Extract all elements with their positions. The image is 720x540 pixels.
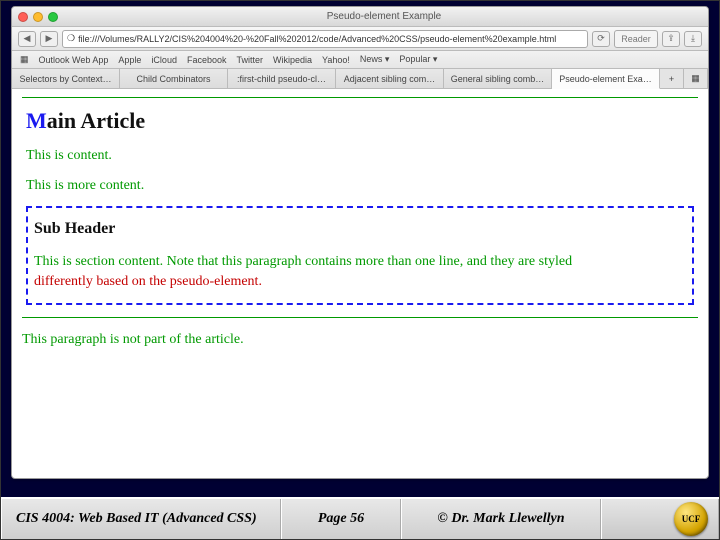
tab-1[interactable]: Child Combinators (120, 69, 228, 88)
minimize-icon[interactable] (33, 12, 43, 22)
toolbar: ◀ ▶ ❍ file:///Volumes/RALLY2/CIS%204004%… (12, 27, 708, 51)
footer-logo-cell: UCF (601, 499, 719, 539)
paragraph-2: This is more content. (26, 178, 694, 194)
bookmark-item[interactable]: Apple (118, 55, 141, 65)
bookmark-item[interactable]: Outlook Web App (39, 55, 109, 65)
slide-footer: CIS 4004: Web Based IT (Advanced CSS) Pa… (1, 497, 719, 539)
tab-4[interactable]: General sibling comb… (444, 69, 552, 88)
bookmark-item[interactable]: iCloud (151, 55, 177, 65)
section: Sub Header This is section content. Note… (26, 206, 694, 305)
sub-heading: Sub Header (34, 220, 686, 238)
forward-button[interactable]: ▶ (40, 31, 58, 47)
tab-bar: Selectors by Context… Child Combinators … (12, 69, 708, 89)
reload-button[interactable]: ⟳ (592, 31, 610, 47)
article: Main Article This is content. This is mo… (22, 97, 698, 318)
share-button[interactable]: ⇪ (662, 31, 680, 47)
bookmark-item[interactable]: Yahoo! (322, 55, 350, 65)
first-letter: M (26, 108, 47, 133)
tab-3[interactable]: Adjacent sibling com… (336, 69, 444, 88)
footer-course: CIS 4004: Web Based IT (Advanced CSS) (1, 499, 281, 539)
browser-window: Pseudo-element Example ◀ ▶ ❍ file:///Vol… (11, 6, 709, 479)
bookmark-item[interactable]: Facebook (187, 55, 227, 65)
section-paragraph: This is section content. Note that this … (34, 252, 686, 293)
section-line-2: differently based on the pseudo-element. (34, 274, 262, 289)
downloads-button[interactable]: ⤓ (684, 31, 702, 47)
bookmark-item[interactable]: Twitter (236, 55, 263, 65)
bookmarks-list-icon[interactable]: ▦ (20, 54, 29, 65)
section-line-1: This is section content. Note that this … (34, 254, 572, 269)
window-title: Pseudo-element Example (66, 11, 702, 22)
bookmark-item[interactable]: Popular ▾ (399, 54, 437, 65)
url-field[interactable]: ❍ file:///Volumes/RALLY2/CIS%204004%20-%… (62, 30, 588, 48)
tab-0[interactable]: Selectors by Context… (12, 69, 120, 88)
footer-page: Page 56 (281, 499, 401, 539)
back-button[interactable]: ◀ (18, 31, 36, 47)
reader-button[interactable]: Reader (614, 30, 658, 48)
bookmarks-bar: ▦ Outlook Web App Apple iCloud Facebook … (12, 51, 708, 69)
heading-rest: ain Article (47, 108, 145, 133)
new-tab-button[interactable]: + (660, 69, 684, 88)
close-icon[interactable] (18, 12, 28, 22)
url-text: file:///Volumes/RALLY2/CIS%204004%20-%20… (78, 34, 556, 44)
bookmark-item[interactable]: News ▾ (360, 54, 390, 65)
tab-5[interactable]: Pseudo-element Exa… (552, 69, 660, 89)
page-content: Main Article This is content. This is mo… (12, 89, 708, 478)
paragraph-1: This is content. (26, 148, 694, 164)
window-controls (18, 12, 58, 22)
zoom-icon[interactable] (48, 12, 58, 22)
bookmark-item[interactable]: Wikipedia (273, 55, 312, 65)
outside-paragraph: This paragraph is not part of the articl… (22, 332, 698, 348)
footer-author: © Dr. Mark Llewellyn (401, 499, 601, 539)
show-all-tabs-button[interactable]: ▦ (684, 69, 708, 88)
ucf-logo-icon: UCF (674, 502, 708, 536)
page-icon: ❍ (67, 33, 75, 44)
tab-2[interactable]: :first-child pseudo-cl… (228, 69, 336, 88)
main-heading: Main Article (26, 108, 694, 134)
titlebar: Pseudo-element Example (12, 7, 708, 27)
